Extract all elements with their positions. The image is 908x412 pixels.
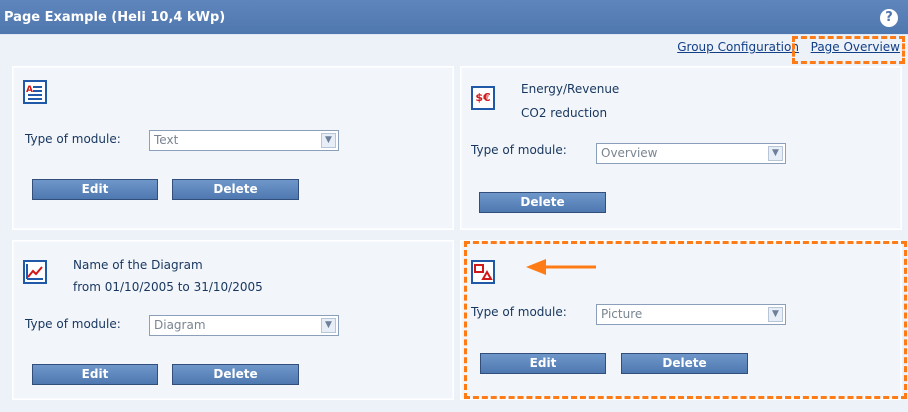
currency-module-icon: $€ bbox=[471, 86, 495, 110]
diagram-type-value: Diagram bbox=[154, 318, 206, 332]
picture-module-icon bbox=[471, 260, 495, 284]
help-icon[interactable]: ? bbox=[880, 9, 898, 27]
text-module-icon-graphic: A bbox=[26, 85, 42, 100]
chevron-down-icon[interactable]: ▼ bbox=[768, 307, 783, 322]
diagram-date-range: from 01/10/2005 to 31/10/2005 bbox=[73, 280, 263, 294]
overview-type-value: Overview bbox=[601, 146, 658, 160]
group-configuration-link[interactable]: Group Configuration bbox=[677, 40, 799, 54]
app-window: Page Example (Heli 10,4 kWp) ? Group Con… bbox=[0, 0, 908, 412]
chevron-down-icon[interactable]: ▼ bbox=[321, 318, 336, 333]
text-module-panel: A Type of module: Text ▼ Edit Delete bbox=[12, 66, 454, 230]
overview-type-label: Type of module: bbox=[471, 143, 567, 157]
overview-type-select[interactable]: Overview ▼ bbox=[596, 143, 786, 164]
picture-type-select[interactable]: Picture ▼ bbox=[596, 304, 786, 325]
diagram-delete-button[interactable]: Delete bbox=[172, 364, 299, 385]
overview-delete-button[interactable]: Delete bbox=[479, 192, 606, 213]
page-title: Page Example (Heli 10,4 kWp) bbox=[4, 10, 226, 25]
diagram-name: Name of the Diagram bbox=[73, 258, 203, 272]
text-type-label: Type of module: bbox=[25, 132, 121, 146]
diagram-type-select[interactable]: Diagram ▼ bbox=[149, 315, 339, 336]
page-overview-link[interactable]: Page Overview bbox=[811, 40, 900, 54]
text-type-select[interactable]: Text ▼ bbox=[149, 130, 339, 151]
chevron-down-icon[interactable]: ▼ bbox=[768, 146, 783, 161]
text-edit-button[interactable]: Edit bbox=[32, 179, 158, 200]
picture-type-label: Type of module: bbox=[471, 305, 567, 319]
diagram-icon-graphic bbox=[26, 264, 43, 280]
overview-line-1: Energy/Revenue bbox=[521, 82, 620, 96]
picture-icon-graphic bbox=[474, 264, 493, 280]
text-delete-button[interactable]: Delete bbox=[172, 179, 299, 200]
chevron-down-icon[interactable]: ▼ bbox=[321, 133, 336, 148]
overview-line-2: CO2 reduction bbox=[521, 106, 608, 120]
diagram-module-icon bbox=[23, 260, 47, 284]
orange-arrow-icon bbox=[526, 259, 596, 275]
overview-module-panel: $€ Energy/Revenue CO2 reduction Type of … bbox=[460, 66, 902, 230]
picture-type-value: Picture bbox=[601, 307, 643, 321]
title-bar: Page Example (Heli 10,4 kWp) ? bbox=[0, 0, 908, 35]
picture-edit-button[interactable]: Edit bbox=[480, 353, 606, 374]
text-module-icon: A bbox=[23, 80, 47, 104]
diagram-module-panel: Name of the Diagram from 01/10/2005 to 3… bbox=[12, 240, 454, 400]
diagram-type-label: Type of module: bbox=[25, 317, 121, 331]
diagram-edit-button[interactable]: Edit bbox=[32, 364, 158, 385]
top-links: Group Configuration Page Overview bbox=[677, 40, 900, 54]
text-type-value: Text bbox=[154, 133, 179, 147]
picture-delete-button[interactable]: Delete bbox=[621, 353, 748, 374]
svg-text:A: A bbox=[26, 85, 33, 95]
